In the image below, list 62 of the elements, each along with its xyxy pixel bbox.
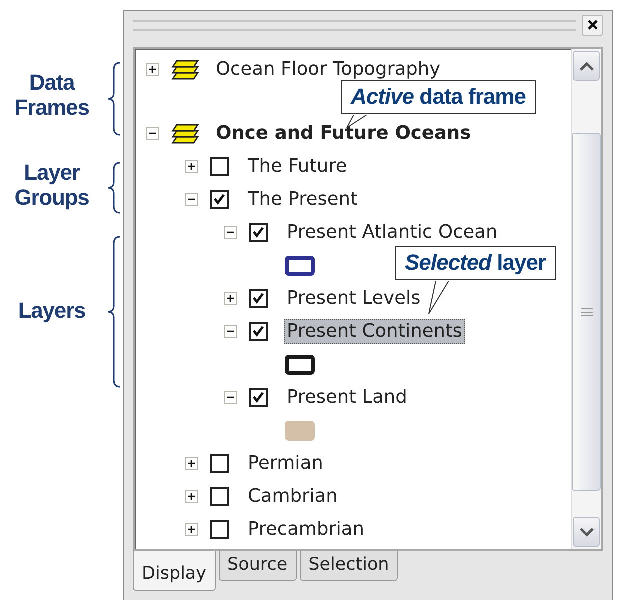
checkmark-icon [252,292,265,305]
plus-icon [187,492,196,501]
plus-icon [148,65,157,74]
brace [106,162,122,214]
tab[interactable]: Selection [300,551,398,581]
checkbox[interactable] [210,520,229,539]
expand-toggle[interactable] [146,63,159,76]
layer-name[interactable]: The Present [245,187,361,212]
layer-name[interactable]: Permian [245,451,326,476]
grip-handle[interactable] [133,20,576,30]
checkbox[interactable] [210,487,229,506]
scroll-thumb[interactable] [572,133,601,491]
checkbox[interactable] [210,454,229,473]
layers-icon [171,122,201,146]
close-icon [588,20,598,30]
checkbox[interactable] [249,289,268,308]
chevron-up-icon [580,62,594,70]
checkmark-icon [252,226,265,239]
grip-icon [580,308,592,316]
tab[interactable]: Display [133,551,216,591]
callout-pointer [427,281,451,315]
layer-name[interactable]: Present Levels [284,286,424,311]
expand-toggle[interactable] [224,292,237,305]
plus-icon [187,162,196,171]
expand-toggle[interactable] [185,457,198,470]
expand-toggle[interactable] [185,523,198,536]
checkbox[interactable] [210,190,229,209]
plus-icon [187,459,196,468]
collapse-toggle[interactable] [224,226,237,239]
checkbox[interactable] [249,223,268,242]
scroll-up-button[interactable] [573,51,600,81]
expand-toggle[interactable] [185,160,198,173]
layer-name[interactable]: Cambrian [245,484,341,509]
tab[interactable]: Source [218,551,297,581]
expand-toggle[interactable] [185,490,198,503]
checkbox[interactable] [210,157,229,176]
annotation-label: Data Frames [14,70,90,120]
layers-icon [171,58,201,82]
collapse-toggle[interactable] [185,193,198,206]
layer-name[interactable]: Present Atlantic Ocean [284,220,501,245]
scrollbar[interactable] [571,49,601,549]
close-button[interactable] [582,14,603,36]
layer-name[interactable]: The Future [245,154,350,179]
plus-icon [187,525,196,534]
layer-name[interactable]: Present Continents [284,319,466,344]
annotation-label: Layer Groups [14,160,90,210]
checkmark-icon [252,325,265,338]
layer-name[interactable]: Precambrian [245,517,368,542]
data-frame-name[interactable]: Once and Future Oceans [213,121,474,146]
checkmark-icon [213,193,226,206]
checkbox[interactable] [249,388,268,407]
collapse-toggle[interactable] [224,391,237,404]
scroll-down-button[interactable] [573,517,600,547]
collapse-toggle[interactable] [224,325,237,338]
plus-icon [226,294,235,303]
checkbox[interactable] [249,322,268,341]
collapse-toggle[interactable] [146,127,159,140]
annotation-label: Layers [17,298,87,323]
layer-name[interactable]: Present Land [284,385,410,410]
data-frame-name[interactable]: Ocean Floor Topography [213,57,444,82]
checkmark-icon [252,391,265,404]
chevron-down-icon [580,528,594,536]
